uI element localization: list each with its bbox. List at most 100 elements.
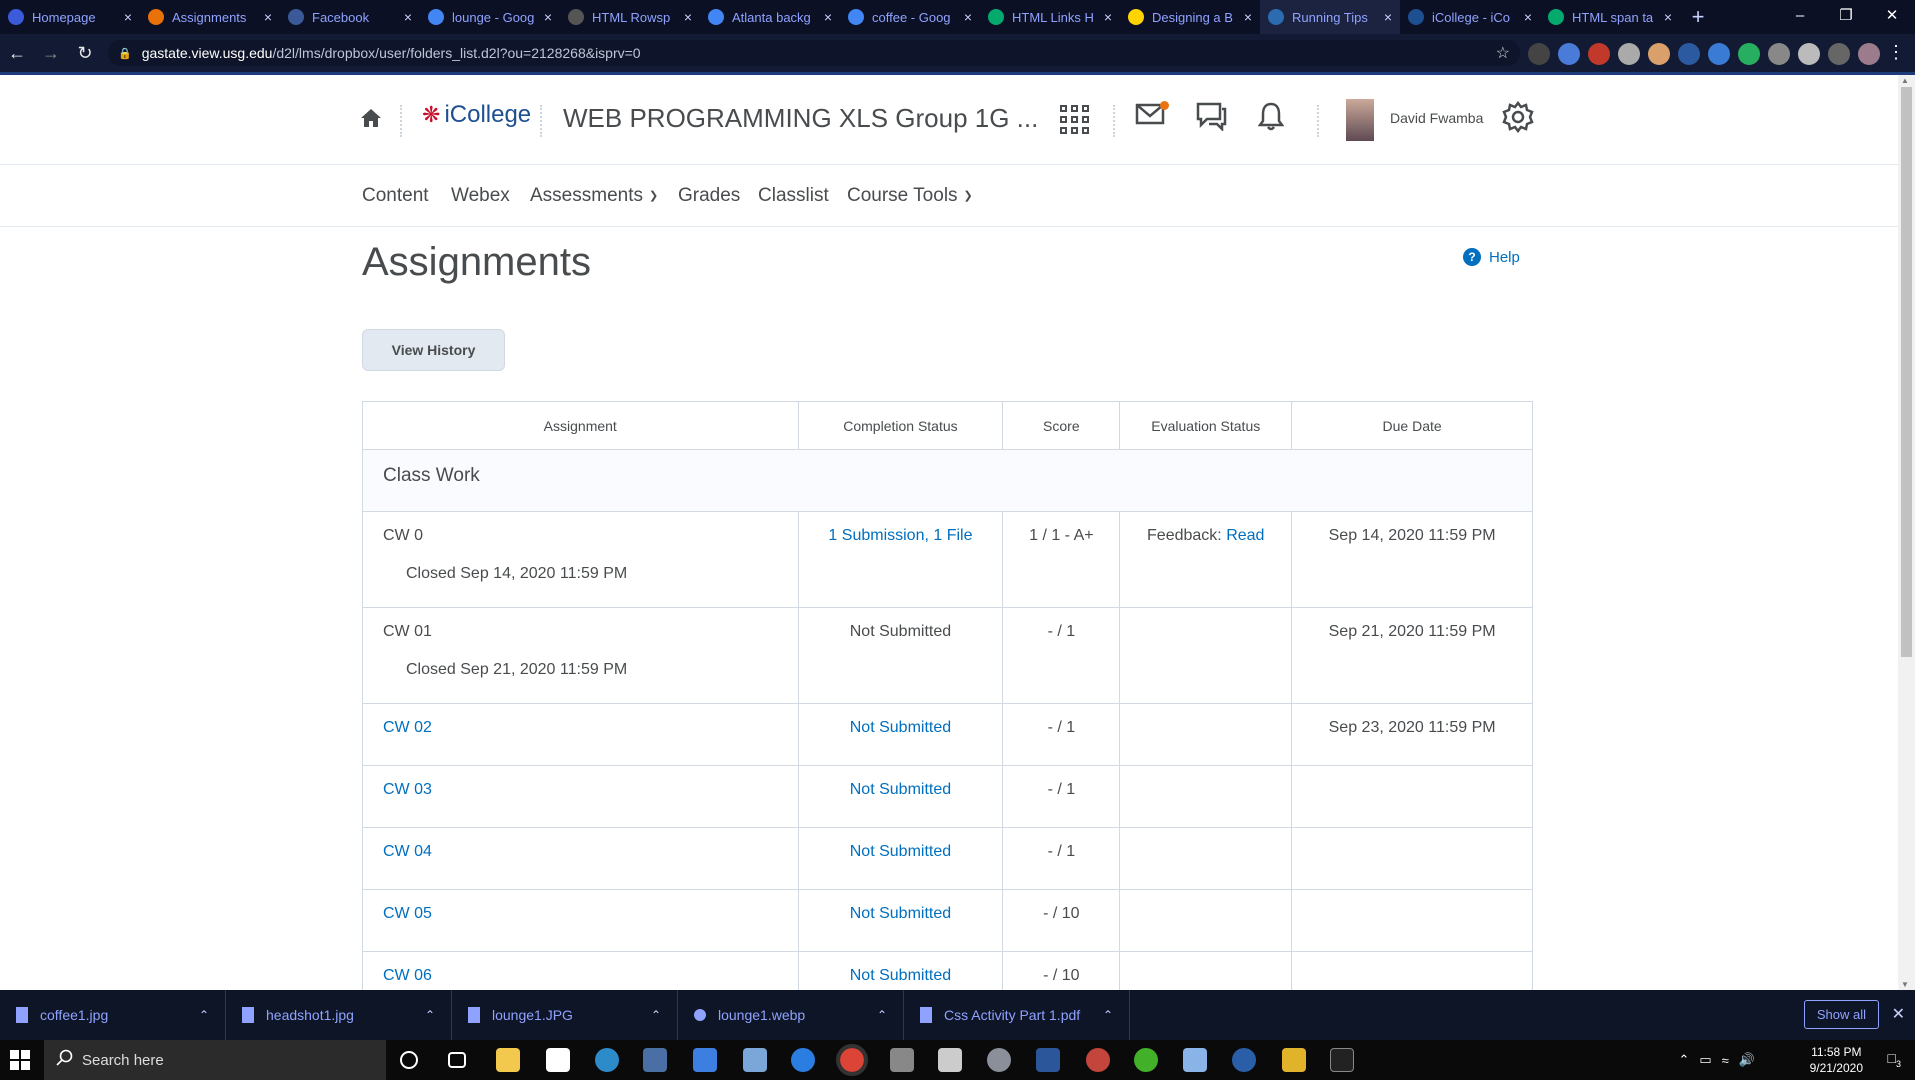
course-selector-waffle-icon[interactable] (1060, 105, 1089, 134)
browser-tab[interactable]: coffee - Goog × (840, 0, 980, 34)
assignment-link[interactable]: CW 02 (383, 719, 432, 736)
taskbar-search-box[interactable]: Search here (44, 1040, 386, 1080)
forward-button[interactable]: → (34, 43, 68, 64)
scrollbar-thumb[interactable] (1901, 87, 1912, 657)
chevron-up-icon[interactable]: ⌃ (1678, 1052, 1689, 1068)
completion-link[interactable]: Not Submitted (850, 781, 951, 798)
user-name[interactable]: David Fwamba (1390, 110, 1483, 126)
completion-link[interactable]: Not Submitted (850, 905, 951, 922)
volume-icon[interactable]: 🔊 (1739, 1052, 1755, 1068)
browser-tab[interactable]: Atlanta backg × (700, 0, 840, 34)
bell-icon[interactable] (1257, 101, 1285, 136)
nav-assessments[interactable]: Assessments ❯ (530, 185, 658, 207)
tab-close-icon[interactable]: × (684, 9, 692, 25)
col-header-assignment[interactable]: Assignment (362, 401, 799, 450)
assignment-link[interactable]: CW 06 (383, 967, 432, 984)
terminal-icon[interactable] (1330, 1048, 1354, 1072)
assignment-link[interactable]: CW 04 (383, 843, 432, 860)
download-item[interactable]: headshot1.jpg ⌃ (226, 990, 452, 1040)
task-view-icon[interactable] (448, 1052, 466, 1068)
chat-icon[interactable] (1195, 101, 1227, 136)
user-avatar[interactable] (1346, 99, 1374, 141)
close-window-button[interactable]: ✕ (1869, 0, 1915, 34)
nav-content[interactable]: Content (362, 185, 429, 207)
nav-classlist[interactable]: Classlist (758, 185, 829, 207)
tab-close-icon[interactable]: × (824, 9, 832, 25)
file-explorer-icon[interactable] (496, 1048, 520, 1072)
extension-icon[interactable] (1588, 43, 1610, 65)
safari-icon[interactable] (791, 1048, 815, 1072)
scroll-down-arrow-icon[interactable]: ▼ (1901, 980, 1909, 989)
browser-tab[interactable]: Homepage × (0, 0, 140, 34)
system-clock[interactable]: 11:58 PM 9/21/2020 (1810, 1044, 1863, 1076)
browser-tab[interactable]: Facebook × (280, 0, 420, 34)
extension-icon[interactable] (1618, 43, 1640, 65)
app-icon[interactable] (1282, 1048, 1306, 1072)
browser-tab[interactable]: HTML span ta × (1540, 0, 1680, 34)
tab-close-icon[interactable]: × (1524, 9, 1532, 25)
nav-grades[interactable]: Grades (678, 185, 740, 207)
notepad-icon[interactable] (546, 1048, 570, 1072)
tab-close-icon[interactable]: × (124, 9, 132, 25)
page-scrollbar[interactable]: ▲ ▼ (1898, 75, 1915, 990)
home-icon[interactable] (360, 108, 382, 133)
extension-icon[interactable] (1558, 43, 1580, 65)
col-header-evaluation[interactable]: Evaluation Status (1119, 401, 1293, 450)
col-header-due-date[interactable]: Due Date (1291, 401, 1533, 450)
browser-tab[interactable]: HTML Links H × (980, 0, 1120, 34)
app-icon[interactable] (1134, 1048, 1158, 1072)
tab-close-icon[interactable]: × (544, 9, 552, 25)
app-icon[interactable] (938, 1048, 962, 1072)
browser-tab[interactable]: lounge - Goog × (420, 0, 560, 34)
extension-icon[interactable] (1738, 43, 1760, 65)
url-field[interactable]: 🔒 gastate.view.usg.edu /d2l/lms/dropbox/… (108, 40, 1520, 66)
tab-close-icon[interactable]: × (404, 9, 412, 25)
download-item[interactable]: Css Activity Part 1.pdf ⌃ (904, 990, 1130, 1040)
browser-tab[interactable]: HTML Rowsp × (560, 0, 700, 34)
wifi-icon[interactable]: ≈ (1722, 1053, 1729, 1068)
completion-link[interactable]: Not Submitted (850, 719, 951, 736)
edge-icon[interactable] (595, 1048, 619, 1072)
tab-close-icon[interactable]: × (964, 9, 972, 25)
restore-button[interactable]: ❐ (1823, 0, 1869, 34)
tab-close-icon[interactable]: × (1384, 9, 1392, 25)
chevron-up-icon[interactable]: ⌃ (651, 1008, 661, 1022)
notification-center-icon[interactable]: □3 (1888, 1050, 1901, 1069)
new-tab-button[interactable]: + (1680, 4, 1716, 30)
extension-icon[interactable] (1528, 43, 1550, 65)
submission-link[interactable]: 1 Submission, 1 File (828, 527, 972, 544)
nav-webex[interactable]: Webex (451, 185, 510, 207)
browser-tab[interactable]: Running Tips × (1260, 0, 1400, 34)
extension-icon[interactable] (1768, 43, 1790, 65)
cortana-icon[interactable] (400, 1051, 418, 1069)
app-icon[interactable] (890, 1048, 914, 1072)
reload-button[interactable]: ↻ (68, 43, 102, 64)
chevron-up-icon[interactable]: ⌃ (199, 1008, 209, 1022)
chevron-up-icon[interactable]: ⌃ (425, 1008, 435, 1022)
tab-close-icon[interactable]: × (1244, 9, 1252, 25)
app-icon[interactable] (1086, 1048, 1110, 1072)
puzzle-extensions-icon[interactable] (1828, 43, 1850, 65)
assignment-link[interactable]: CW 05 (383, 905, 432, 922)
course-title[interactable]: WEB PROGRAMMING XLS Group 1G ... (563, 103, 1038, 134)
completion-link[interactable]: Not Submitted (850, 843, 951, 860)
browser-tab[interactable]: Assignments × (140, 0, 280, 34)
browser-tab[interactable]: Designing a B × (1120, 0, 1260, 34)
download-item[interactable]: lounge1.webp ⌃ (678, 990, 904, 1040)
word-icon[interactable] (1036, 1048, 1060, 1072)
windows-start-icon[interactable] (10, 1050, 30, 1070)
download-item[interactable]: lounge1.JPG ⌃ (452, 990, 678, 1040)
battery-icon[interactable]: ▭ (1699, 1052, 1711, 1068)
assignment-link[interactable]: CW 03 (383, 781, 432, 798)
minimize-button[interactable]: – (1777, 0, 1823, 34)
app-icon[interactable] (1183, 1048, 1207, 1072)
back-button[interactable]: ← (0, 43, 34, 64)
col-header-score[interactable]: Score (1002, 401, 1121, 450)
nav-course-tools[interactable]: Course Tools ❯ (847, 185, 973, 207)
download-item[interactable]: coffee1.jpg ⌃ (0, 990, 226, 1040)
profile-avatar-icon[interactable] (1858, 43, 1880, 65)
help-link[interactable]: ? Help (1463, 248, 1520, 266)
settings-app-icon[interactable] (987, 1048, 1011, 1072)
chevron-up-icon[interactable]: ⌃ (1103, 1008, 1113, 1022)
chevron-up-icon[interactable]: ⌃ (877, 1008, 887, 1022)
